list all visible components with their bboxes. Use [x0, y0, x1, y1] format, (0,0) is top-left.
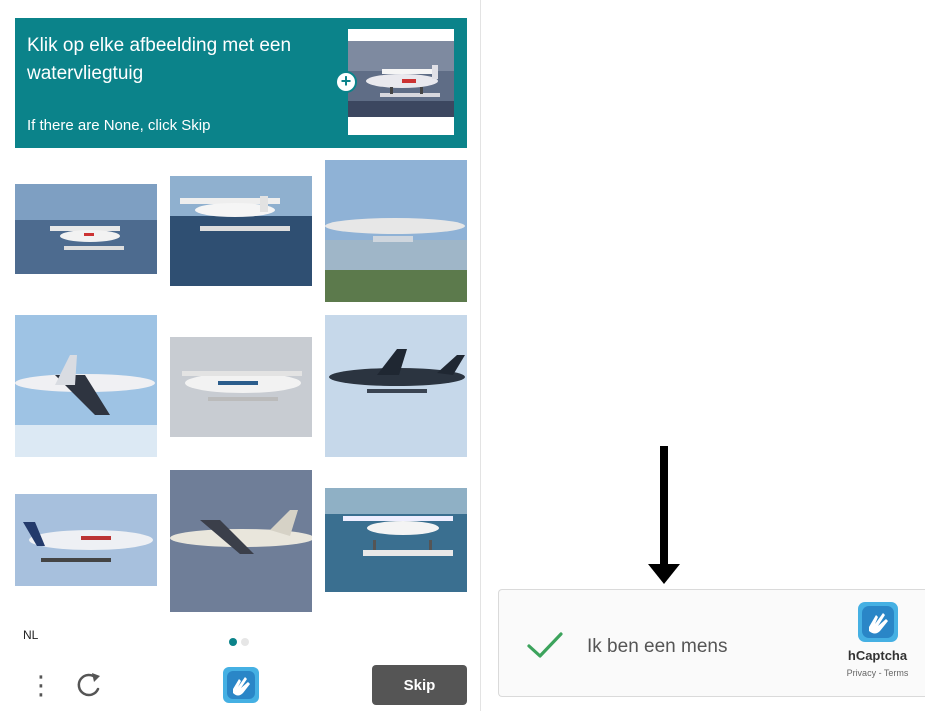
skip-button[interactable]: Skip — [372, 665, 467, 705]
privacy-link[interactable]: Privacy — [847, 668, 877, 678]
challenge-tile-6[interactable] — [325, 315, 467, 457]
challenge-tile-5[interactable] — [170, 315, 312, 457]
menu-icon[interactable]: ⋮ — [28, 668, 54, 702]
hcaptcha-logo-icon — [857, 602, 898, 642]
challenge-tile-1[interactable] — [15, 160, 157, 302]
terms-link[interactable]: Terms — [884, 668, 909, 678]
page-dot-active — [229, 638, 237, 646]
checkmark-icon[interactable] — [525, 630, 565, 660]
down-arrow-icon — [648, 446, 680, 586]
challenge-tile-8[interactable] — [170, 470, 312, 612]
checkbox-label: Ik ben een mens — [587, 636, 728, 657]
brand-name: hCaptcha — [847, 648, 908, 663]
page-indicator — [229, 633, 253, 651]
page-dot — [241, 638, 249, 646]
challenge-prompt: Klik op elke afbeelding met een watervli… — [15, 18, 467, 148]
hcaptcha-branding: hCaptcha Privacy - Terms — [829, 600, 925, 678]
prompt-subtext: If there are None, click Skip — [27, 117, 211, 134]
link-separator: - — [876, 668, 884, 678]
hcaptcha-logo-icon — [221, 665, 261, 705]
refresh-icon[interactable] — [74, 668, 104, 702]
language-selector[interactable]: NL — [23, 628, 38, 642]
prompt-text: Klik op elke afbeelding met een watervli… — [27, 35, 292, 84]
challenge-tile-4[interactable] — [15, 315, 157, 457]
challenge-tile-2[interactable] — [170, 160, 312, 302]
legal-links: Privacy - Terms — [829, 668, 925, 678]
hcaptcha-checkbox-widget: Ik ben een mens hCaptcha Privacy - Terms — [498, 589, 925, 697]
challenge-tile-7[interactable] — [15, 470, 157, 612]
challenge-tile-9[interactable] — [325, 470, 467, 612]
challenge-tile-3[interactable] — [325, 160, 467, 302]
plus-icon[interactable]: + — [335, 71, 357, 93]
example-image — [348, 29, 454, 135]
challenge-panel: Klik op elke afbeelding met een watervli… — [0, 0, 481, 711]
